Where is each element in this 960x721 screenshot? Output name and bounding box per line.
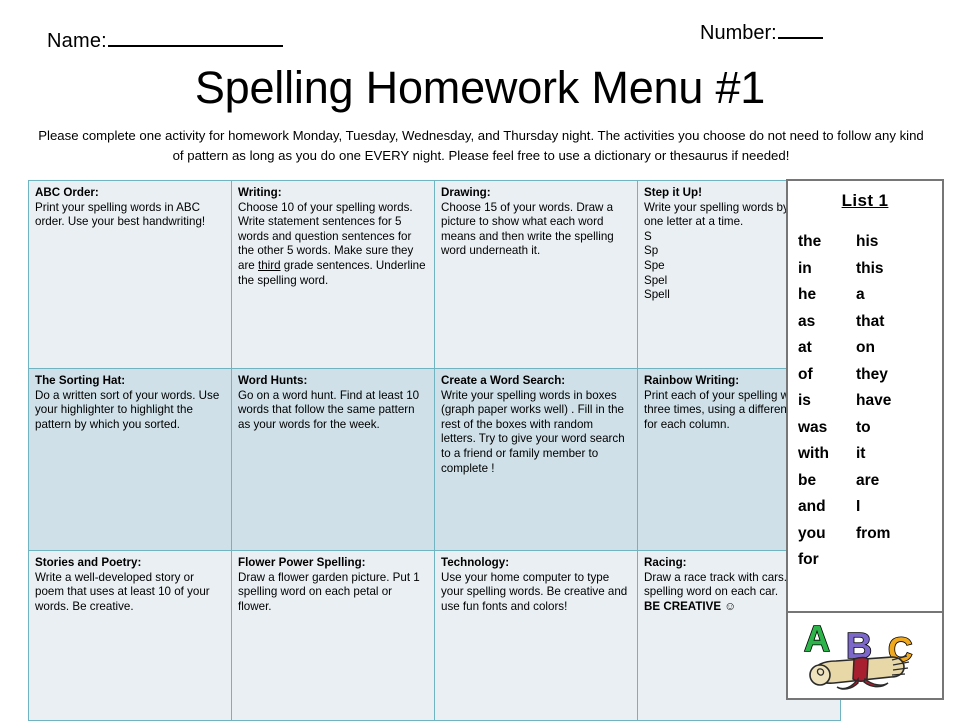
table-row: The Sorting Hat: Do a written sort of yo… (28, 368, 841, 551)
intro-paragraph: Please complete one activity for homewor… (38, 128, 924, 163)
word-list-row: for (798, 547, 942, 574)
activity-title: Drawing: (441, 186, 491, 199)
word-list-grid: the his in this he a as that at on of they is h… (798, 229, 942, 574)
word-item: this (856, 259, 884, 277)
activity-body: Choose 10 of your spelling words. Write … (238, 201, 428, 289)
activity-cell-flower-power-spelling[interactable]: Flower Power Spelling: Draw a flower gar… (231, 550, 435, 721)
word-item: from (856, 524, 891, 542)
activity-title: Create a Word Search: (441, 374, 566, 387)
word-list-row: was to (798, 415, 942, 442)
word-item: have (856, 392, 892, 409)
word-list-row: he a (798, 282, 942, 309)
activity-cell-writing[interactable]: Writing: Choose 10 of your spelling word… (231, 180, 435, 369)
abc-scroll-clipart: A B C (788, 613, 942, 698)
word-item: you (798, 524, 826, 542)
activity-title: Writing: (238, 186, 282, 199)
word-item: was (798, 418, 828, 436)
word-item: are (856, 471, 880, 489)
word-item: be (798, 471, 817, 489)
activity-body: Do a written sort of your words. Use you… (35, 388, 220, 431)
svg-text:A: A (804, 618, 830, 659)
activity-body: Use your home computer to type your spel… (441, 570, 628, 613)
word-item: for (798, 551, 819, 568)
activity-cell-drawing[interactable]: Drawing: Choose 15 of your words. Draw a… (434, 180, 638, 369)
word-item (856, 547, 926, 574)
name-field: Name: (47, 30, 283, 53)
scroll-shape (809, 655, 910, 690)
word-list-row: as that (798, 309, 942, 336)
table-row: Stories and Poetry: Write a well-develop… (28, 550, 841, 721)
word-item: he (798, 286, 817, 303)
activity-cell-word-hunts[interactable]: Word Hunts: Go on a word hunt. Find at l… (231, 368, 435, 551)
activity-title: The Sorting Hat: (35, 374, 126, 387)
word-list-row: the his (798, 229, 942, 256)
number-label: Number: (700, 22, 777, 44)
activity-title: ABC Order: (35, 186, 99, 199)
word-item: his (856, 233, 879, 250)
letter-a-glyph: A (803, 617, 831, 660)
word-list-row: with it (798, 441, 942, 468)
activity-cell-technology[interactable]: Technology: Use your home computer to ty… (434, 550, 638, 721)
activity-menu-table: ABC Order: Print your spelling words in … (28, 180, 841, 721)
word-item: that (856, 312, 885, 330)
word-list-row: and I (798, 494, 942, 521)
activity-body: Write a well-developed story or poem tha… (35, 570, 210, 613)
page-title: Spelling Homework Menu #1 (194, 62, 766, 113)
word-list-row: be are (798, 468, 942, 495)
word-item: is (798, 392, 811, 409)
word-item: in (798, 259, 812, 277)
activity-cell-stories-and-poetry[interactable]: Stories and Poetry: Write a well-develop… (28, 550, 232, 721)
name-blank-line[interactable] (107, 45, 283, 47)
word-list-row: is have (798, 388, 942, 415)
activity-cell-word-search[interactable]: Create a Word Search: Write your spellin… (434, 368, 638, 551)
word-list-row: of they (798, 362, 942, 389)
word-list-row: at on (798, 335, 942, 362)
name-label: Name: (47, 30, 107, 52)
activity-title: Technology: (441, 556, 510, 569)
activity-body: Print your spelling words in ABC order. … (35, 200, 206, 229)
number-blank-line[interactable] (777, 37, 823, 39)
activity-body: Choose 15 of your words. Draw a picture … (441, 200, 614, 258)
word-item: it (856, 445, 866, 462)
word-list-title: List 1 (841, 191, 889, 210)
word-item: and (798, 498, 826, 515)
activity-body-underlined: third (257, 258, 281, 272)
word-list-row: in this (798, 256, 942, 283)
word-item: on (856, 339, 875, 356)
word-item: the (798, 233, 822, 250)
header-fields: Name: Number: (0, 0, 960, 62)
activity-body: Draw a flower garden picture. Put 1 spel… (238, 570, 420, 613)
activity-cell-sorting-hat[interactable]: The Sorting Hat: Do a written sort of yo… (28, 368, 232, 551)
word-item: to (856, 418, 871, 436)
word-list-row: you from (798, 521, 942, 548)
table-row: ABC Order: Print your spelling words in … (28, 180, 841, 369)
word-item: at (798, 339, 812, 356)
activity-body: Write your spelling words in boxes (grap… (441, 388, 625, 475)
activity-title: Word Hunts: (238, 374, 308, 387)
activity-title: Flower Power Spelling: (238, 556, 366, 569)
word-item: they (856, 365, 888, 383)
word-item: of (798, 365, 813, 383)
word-item: as (798, 312, 816, 330)
word-item: a (856, 286, 865, 303)
word-item: I (856, 498, 861, 515)
activity-body: Go on a word hunt. Find at least 10 word… (238, 388, 420, 431)
word-item: with (798, 445, 829, 462)
activity-title: Stories and Poetry: (35, 556, 142, 569)
activity-cell-abc-order[interactable]: ABC Order: Print your spelling words in … (28, 180, 232, 369)
number-field: Number: (700, 22, 823, 45)
